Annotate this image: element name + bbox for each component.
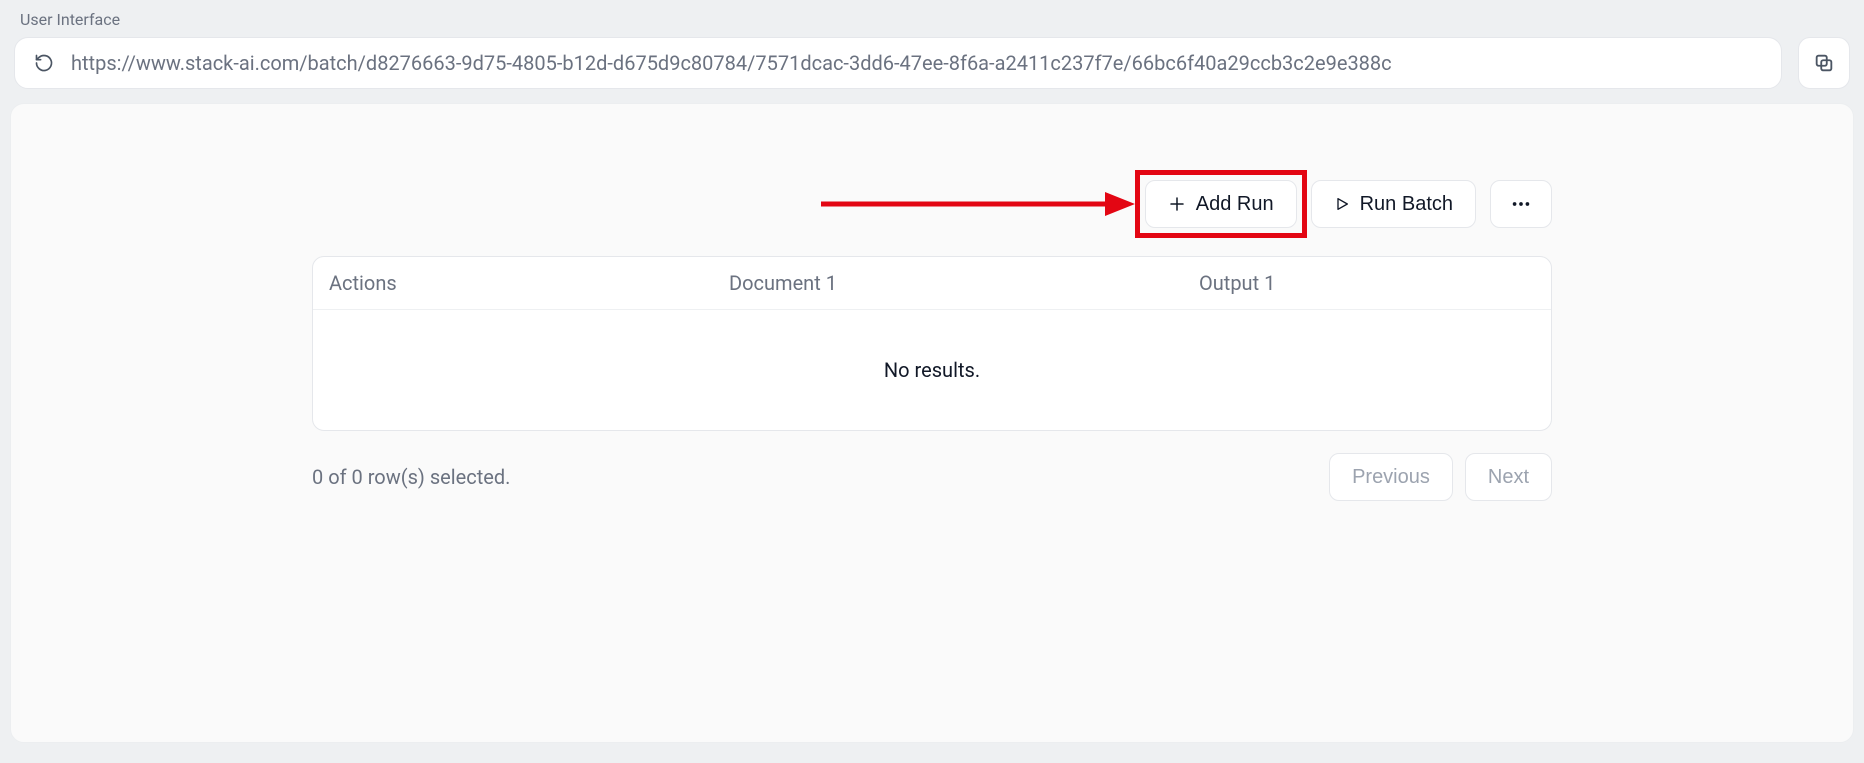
column-header-output-1: Output 1 bbox=[1199, 271, 1535, 295]
play-icon bbox=[1334, 196, 1350, 212]
toolbar: Add Run Run Batch bbox=[312, 180, 1552, 228]
add-run-button[interactable]: Add Run bbox=[1145, 180, 1297, 228]
table-footer: 0 of 0 row(s) selected. Previous Next bbox=[312, 453, 1552, 501]
selection-count: 0 of 0 row(s) selected. bbox=[312, 465, 510, 489]
empty-state-text: No results. bbox=[884, 358, 980, 382]
main-panel: Add Run Run Batch bbox=[10, 103, 1854, 743]
reload-icon[interactable] bbox=[33, 52, 55, 74]
page-title: User Interface bbox=[0, 0, 1864, 37]
add-run-label: Add Run bbox=[1196, 193, 1274, 216]
url-bar: https://www.stack-ai.com/batch/d8276663-… bbox=[14, 37, 1782, 89]
column-header-document-1: Document 1 bbox=[729, 271, 1199, 295]
more-horizontal-icon bbox=[1510, 193, 1532, 215]
previous-button[interactable]: Previous bbox=[1329, 453, 1453, 501]
next-button[interactable]: Next bbox=[1465, 453, 1552, 501]
table-body: No results. bbox=[313, 310, 1551, 430]
table-header-row: Actions Document 1 Output 1 bbox=[313, 257, 1551, 310]
url-text[interactable]: https://www.stack-ai.com/batch/d8276663-… bbox=[71, 51, 1392, 75]
copy-button[interactable] bbox=[1798, 37, 1850, 89]
results-table: Actions Document 1 Output 1 No results. bbox=[312, 256, 1552, 431]
run-batch-button[interactable]: Run Batch bbox=[1311, 180, 1476, 228]
copy-icon bbox=[1813, 52, 1835, 74]
run-batch-label: Run Batch bbox=[1360, 193, 1453, 216]
more-button[interactable] bbox=[1490, 180, 1552, 228]
column-header-actions: Actions bbox=[329, 271, 729, 295]
plus-icon bbox=[1168, 195, 1186, 213]
annotation-arrow bbox=[815, 180, 1135, 228]
pagination: Previous Next bbox=[1329, 453, 1552, 501]
